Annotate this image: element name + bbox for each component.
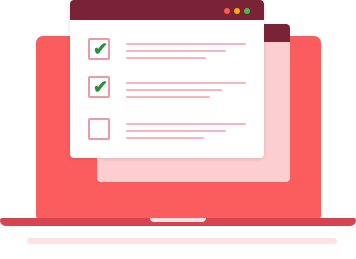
checklist-window: ✔ ✔: [70, 0, 264, 158]
laptop-notch: [150, 218, 206, 222]
text-line: [126, 50, 226, 52]
checkbox-item-2: ✔: [88, 76, 110, 98]
red-dot-icon: [224, 8, 230, 14]
text-line: [126, 130, 226, 132]
text-line: [126, 57, 206, 59]
ground-shadow: [27, 238, 337, 244]
text-line: [126, 43, 246, 45]
checkbox-item-3: [88, 118, 110, 140]
window-titlebar: [70, 0, 264, 20]
checkmark-icon: ✔: [93, 77, 109, 97]
text-line: [126, 96, 210, 98]
text-line: [126, 137, 204, 139]
text-line: [126, 89, 222, 91]
checkbox-item-1: ✔: [88, 38, 110, 60]
text-line: [126, 82, 246, 84]
checkmark-icon: ✔: [93, 39, 109, 59]
text-line: [126, 123, 246, 125]
green-dot-icon: [244, 8, 250, 14]
yellow-dot-icon: [234, 8, 240, 14]
